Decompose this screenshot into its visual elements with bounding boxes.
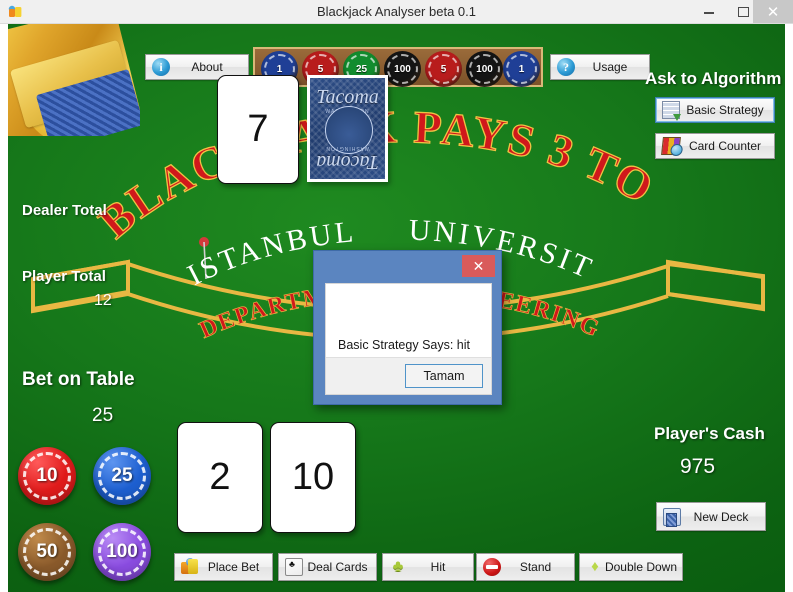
stop-icon	[483, 558, 501, 576]
window-titlebar: Blackjack Analyser beta 0.1 ✕	[0, 0, 793, 24]
rack-chip: 100	[466, 51, 503, 87]
double-down-button[interactable]: ♦ Double Down	[579, 553, 683, 581]
bet-chip-25[interactable]: 25	[93, 447, 151, 505]
basic-strategy-dialog: ✕ Basic Strategy Says: hit Tamam	[313, 250, 502, 405]
algorithm-panel-heading: Ask to Algorithm	[645, 69, 782, 88]
table-grid-icon	[662, 101, 681, 121]
bet-on-table-value: 25	[92, 405, 114, 426]
dialog-body: Basic Strategy Says: hit Tamam	[325, 283, 492, 395]
rack-chip-value: 5	[440, 63, 447, 75]
dialog-close-button[interactable]: ✕	[462, 255, 495, 277]
bet-chip-value: 100	[106, 541, 138, 562]
player-card: 10	[270, 422, 356, 533]
place-bet-button[interactable]: Place Bet	[174, 553, 273, 581]
chips-icon	[181, 558, 199, 576]
hit-label: Hit	[430, 560, 446, 574]
application-window: Blackjack Analyser beta 0.1 ✕ BLAC PAYS …	[0, 0, 793, 592]
card-back-word: Tacoma	[316, 151, 379, 173]
usage-button-label: Usage	[592, 60, 628, 74]
card-shoe-image	[8, 24, 140, 136]
clover-icon: ♣	[392, 558, 404, 575]
deal-cards-label: Deal Cards	[307, 560, 368, 574]
close-icon: ✕	[766, 3, 780, 21]
bet-chip-value: 10	[36, 465, 58, 486]
bet-chip-10[interactable]: 10	[18, 447, 76, 505]
player-total-label: Player Total	[22, 268, 106, 285]
dealer-total-label: Dealer Total	[22, 202, 107, 219]
dealer-card-rank: 7	[247, 108, 269, 150]
close-button[interactable]: ✕	[753, 0, 793, 23]
player-card-rank: 2	[209, 456, 231, 498]
color-cards-icon	[661, 137, 681, 155]
dealer-card-back: Tacoma WASHINGTON Tacoma WASHINGTON	[307, 75, 388, 182]
player-cash-label: Player's Cash	[654, 424, 765, 443]
about-button-label: About	[191, 60, 223, 74]
card-counter-label: Card Counter	[688, 139, 762, 153]
new-deck-label: New Deck	[693, 509, 749, 524]
player-card: 2	[177, 422, 263, 533]
basic-strategy-button[interactable]: Basic Strategy	[655, 97, 775, 123]
dialog-message: Basic Strategy Says: hit	[338, 338, 471, 352]
bet-chip-value: 25	[111, 465, 133, 486]
card-back-sub: WASHINGTON	[325, 145, 370, 151]
double-down-label: Double Down	[604, 560, 678, 574]
rack-chip-value: 1	[518, 63, 525, 75]
bet-chip-value: 50	[36, 541, 58, 562]
stand-button[interactable]: Stand	[476, 553, 575, 581]
question-icon: ?	[557, 58, 575, 76]
usage-button[interactable]: ? Usage	[550, 54, 650, 80]
deal-cards-button[interactable]: Deal Cards	[278, 553, 377, 581]
player-cash-value: 975	[680, 455, 716, 478]
basic-strategy-label: Basic Strategy	[686, 103, 764, 117]
rack-chip-value: 100	[394, 63, 411, 75]
window-title: Blackjack Analyser beta 0.1	[317, 4, 476, 19]
player-card-rank: 10	[291, 456, 335, 498]
bet-on-table-label: Bet on Table	[22, 369, 135, 390]
player-total-value: 12	[94, 292, 112, 309]
bet-chip-50[interactable]: 50	[18, 523, 76, 581]
dealer-card: 7	[217, 75, 299, 184]
card-counter-button[interactable]: Card Counter	[655, 133, 775, 159]
dialog-ok-button[interactable]: Tamam	[405, 364, 483, 388]
close-icon: ✕	[472, 257, 485, 274]
maximize-icon	[738, 7, 749, 17]
dialog-ok-label: Tamam	[423, 369, 465, 383]
stand-label: Stand	[519, 560, 552, 574]
leaf-icon: ♦	[591, 558, 599, 575]
dialog-footer: Tamam	[326, 357, 491, 394]
rack-chip-value: 100	[476, 63, 493, 75]
place-bet-label: Place Bet	[207, 560, 260, 574]
minimize-button[interactable]	[692, 0, 726, 23]
bet-chip-100[interactable]: 100	[93, 523, 151, 581]
new-deck-button[interactable]: New Deck	[656, 502, 766, 531]
rack-chip: 5	[425, 51, 462, 87]
info-icon: i	[152, 58, 170, 76]
minimize-icon	[704, 12, 714, 14]
rack-chip: 100	[384, 51, 421, 87]
rack-chip: 1	[503, 51, 540, 87]
hit-button[interactable]: ♣ Hit	[382, 553, 474, 581]
deck-icon	[663, 507, 681, 527]
card-icon	[285, 558, 303, 576]
